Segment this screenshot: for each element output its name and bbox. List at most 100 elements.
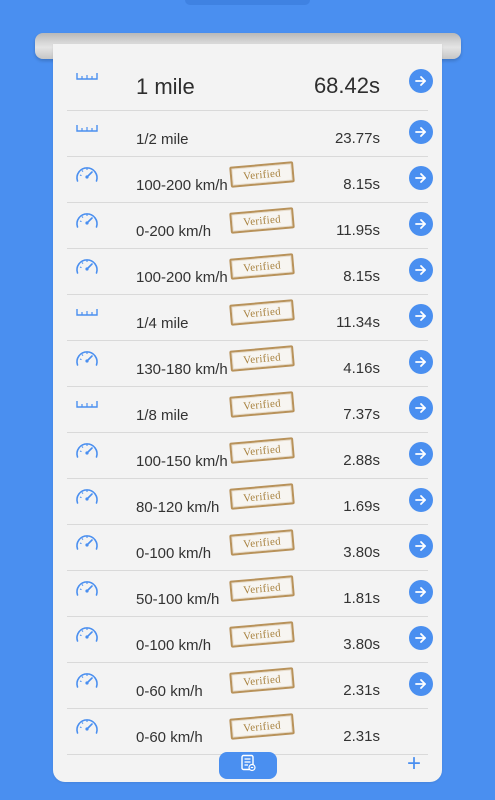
result-time: 3.80s	[343, 636, 380, 653]
speedometer-icon	[74, 439, 100, 461]
result-label: 50-100 km/h	[136, 591, 220, 608]
speedometer-icon	[74, 715, 100, 737]
verified-stamp-text: Verified	[242, 258, 282, 275]
result-label: 80-120 km/h	[136, 499, 220, 516]
arrow-right-icon	[414, 125, 428, 139]
result-time: 2.31s	[343, 728, 380, 745]
verified-stamp: Verified	[229, 345, 295, 372]
speedometer-icon	[74, 255, 100, 277]
result-label: 100-200 km/h	[136, 177, 228, 194]
result-label: 1 mile	[136, 74, 195, 99]
results-list: 1 mile 68.42s 1/2 mile 23.77s 100-200 km/h Ve…	[53, 55, 442, 755]
result-label: 100-200 km/h	[136, 269, 228, 286]
verified-stamp-text: Verified	[242, 350, 282, 367]
result-time: 8.15s	[343, 176, 380, 193]
ruler-icon	[74, 117, 100, 139]
verified-stamp-text: Verified	[242, 212, 282, 229]
result-time: 68.42s	[313, 73, 380, 98]
arrow-right-icon	[414, 585, 428, 599]
result-row[interactable]: 0-200 km/h Verified 11.95s	[53, 203, 442, 249]
open-result-button[interactable]	[409, 626, 433, 650]
open-result-button[interactable]	[409, 488, 433, 512]
open-result-button[interactable]	[409, 672, 433, 696]
result-time: 3.80s	[343, 544, 380, 561]
arrow-right-icon	[414, 217, 428, 231]
arrow-right-icon	[414, 355, 428, 369]
verified-stamp: Verified	[229, 207, 295, 234]
verified-stamp: Verified	[229, 299, 295, 326]
results-paper: 1 mile 68.42s 1/2 mile 23.77s 100-200 km/h Ve…	[53, 44, 442, 782]
arrow-right-icon	[414, 447, 428, 461]
result-label: 100-150 km/h	[136, 453, 228, 470]
result-row[interactable]: 1 mile 68.42s	[53, 55, 442, 111]
result-label: 0-60 km/h	[136, 683, 203, 700]
result-label: 130-180 km/h	[136, 361, 228, 378]
speedometer-icon	[74, 485, 100, 507]
speedometer-icon	[74, 531, 100, 553]
arrow-right-icon	[414, 493, 428, 507]
verified-stamp: Verified	[229, 621, 295, 648]
result-row[interactable]: 50-100 km/h Verified 1.81s	[53, 571, 442, 617]
result-time: 11.34s	[336, 314, 380, 331]
open-result-button[interactable]	[409, 258, 433, 282]
arrow-right-icon	[414, 309, 428, 323]
result-row[interactable]: 100-200 km/h Verified 8.15s	[53, 249, 442, 295]
result-time: 1.81s	[343, 590, 380, 607]
result-time: 2.31s	[343, 682, 380, 699]
result-label: 0-60 km/h	[136, 729, 203, 746]
verified-stamp-text: Verified	[242, 166, 282, 183]
open-result-button[interactable]	[409, 580, 433, 604]
verified-stamp-text: Verified	[242, 626, 282, 643]
result-row[interactable]: 100-150 km/h Verified 2.88s	[53, 433, 442, 479]
verified-stamp-text: Verified	[242, 718, 282, 735]
report-icon	[239, 754, 257, 777]
ruler-icon	[74, 65, 100, 87]
open-result-button[interactable]	[409, 534, 433, 558]
result-time: 1.69s	[343, 498, 380, 515]
open-result-button[interactable]	[409, 166, 433, 190]
ruler-icon	[74, 393, 100, 415]
open-result-button[interactable]	[409, 212, 433, 236]
speedometer-icon	[74, 669, 100, 691]
result-row[interactable]: 1/2 mile 23.77s	[53, 111, 442, 157]
verified-stamp: Verified	[229, 483, 295, 510]
open-result-button[interactable]	[409, 350, 433, 374]
arrow-right-icon	[414, 263, 428, 277]
verified-stamp: Verified	[229, 713, 295, 740]
open-result-button[interactable]	[409, 442, 433, 466]
verified-stamp-text: Verified	[242, 580, 282, 597]
result-row[interactable]: 1/4 mile Verified 11.34s	[53, 295, 442, 341]
result-row[interactable]: 80-120 km/h Verified 1.69s	[53, 479, 442, 525]
open-result-button[interactable]	[409, 304, 433, 328]
speedometer-icon	[74, 163, 100, 185]
top-tab	[185, 0, 310, 5]
open-result-button[interactable]	[409, 69, 433, 93]
verified-stamp-text: Verified	[242, 396, 282, 413]
result-row[interactable]: 0-100 km/h Verified 3.80s	[53, 617, 442, 663]
result-row[interactable]: 100-200 km/h Verified 8.15s	[53, 157, 442, 203]
verified-stamp-text: Verified	[242, 672, 282, 689]
result-time: 4.16s	[343, 360, 380, 377]
result-label: 1/8 mile	[136, 407, 189, 424]
result-row[interactable]: 1/8 mile Verified 7.37s	[53, 387, 442, 433]
open-result-button[interactable]	[409, 396, 433, 420]
verified-stamp-text: Verified	[242, 304, 282, 321]
verified-stamp: Verified	[229, 437, 295, 464]
result-time: 2.88s	[343, 452, 380, 469]
result-row[interactable]: 130-180 km/h Verified 4.16s	[53, 341, 442, 387]
result-row[interactable]: 0-60 km/h Verified 2.31s	[53, 663, 442, 709]
speedometer-icon	[74, 623, 100, 645]
result-row[interactable]: 0-100 km/h Verified 3.80s	[53, 525, 442, 571]
verified-stamp: Verified	[229, 161, 295, 188]
add-button[interactable]: +	[403, 752, 425, 776]
open-result-button[interactable]	[409, 120, 433, 144]
report-button[interactable]	[219, 752, 277, 779]
arrow-right-icon	[414, 171, 428, 185]
verified-stamp: Verified	[229, 575, 295, 602]
verified-stamp: Verified	[229, 391, 295, 418]
verified-stamp: Verified	[229, 529, 295, 556]
verified-stamp-text: Verified	[242, 442, 282, 459]
arrow-right-icon	[414, 539, 428, 553]
result-row[interactable]: 0-60 km/h Verified 2.31s	[53, 709, 442, 755]
arrow-right-icon	[414, 401, 428, 415]
